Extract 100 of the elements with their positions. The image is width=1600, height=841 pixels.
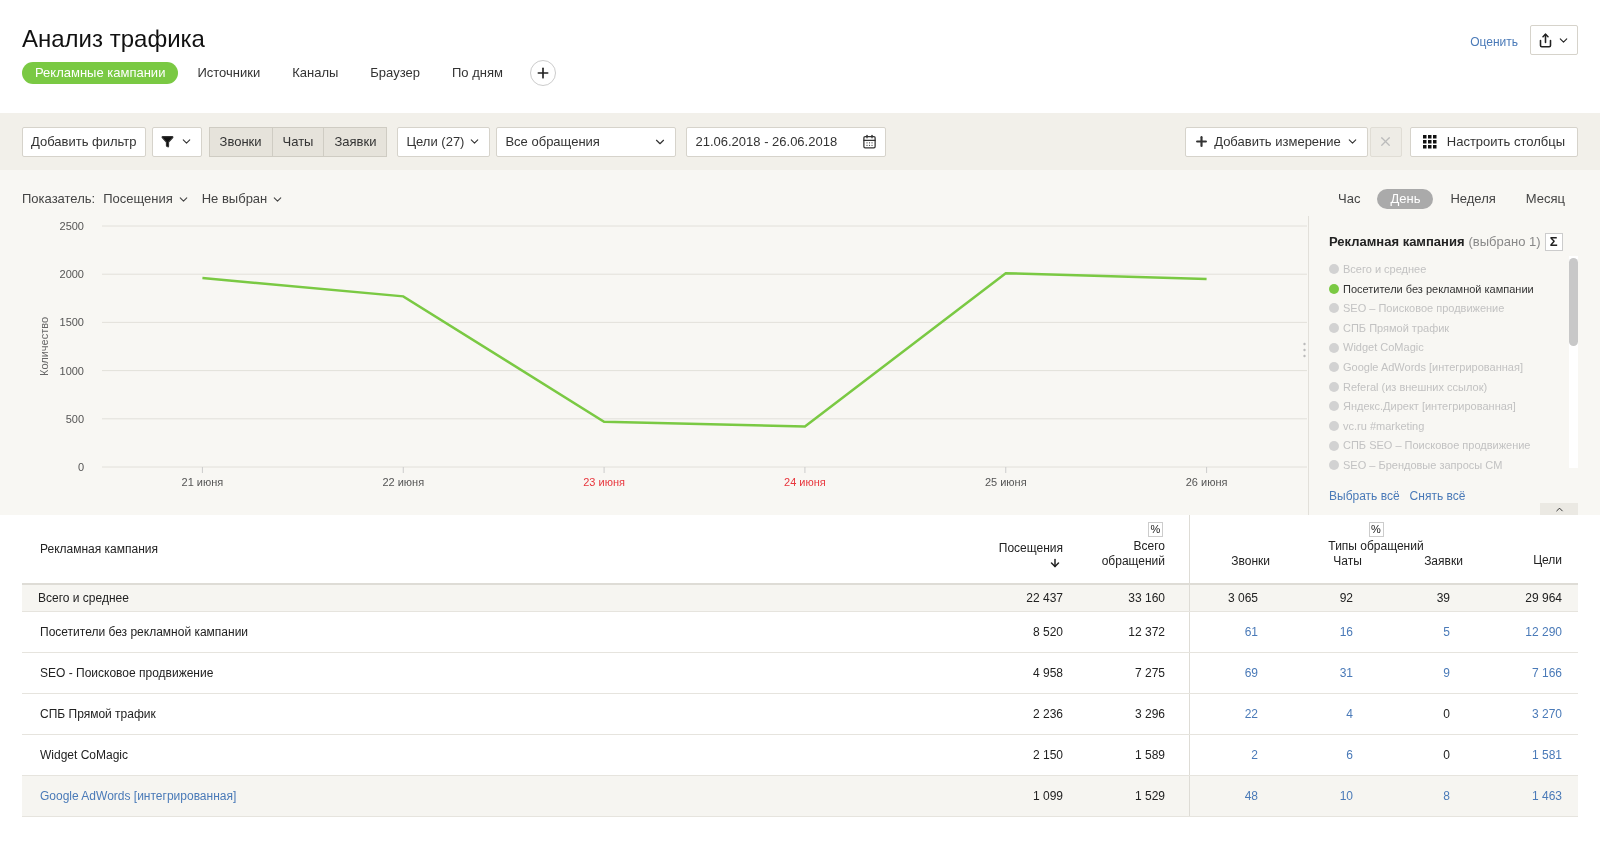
- column-group-header: Типы обращений: [1328, 539, 1424, 554]
- campaign-name[interactable]: Google AdWords [интегрированная]: [40, 787, 237, 805]
- table-cell-text: 22 437: [1026, 590, 1063, 607]
- goals-dropdown[interactable]: Цели (27): [397, 126, 491, 157]
- table-cell-text: 1 589: [1134, 747, 1165, 764]
- report-tab[interactable]: Каналы: [279, 62, 352, 84]
- report-tab[interactable]: Браузер: [357, 62, 433, 84]
- page-title: Анализ трафика: [22, 24, 206, 54]
- table-cell[interactable]: 16: [1339, 623, 1353, 641]
- table-cell[interactable]: 31: [1339, 664, 1353, 682]
- metric-dropdown[interactable]: Посещения: [103, 189, 190, 209]
- campaign-name[interactable]: SEO - Поисковое продвижение: [40, 664, 214, 682]
- table-cell[interactable]: 2: [1251, 746, 1258, 764]
- tick-label: 2500: [59, 220, 84, 232]
- tick-label: 23 июня: [583, 476, 625, 488]
- export-button[interactable]: [1530, 25, 1578, 55]
- date-range-field[interactable]: 21.06.2018 - 26.06.2018: [686, 126, 887, 157]
- tick-label: 0: [77, 461, 84, 473]
- plus-icon: [1194, 134, 1210, 149]
- axis-title: Количество: [38, 316, 50, 377]
- table-cell[interactable]: 22: [1244, 705, 1258, 723]
- tick-label: 1500: [59, 316, 84, 329]
- share-icon: [1538, 32, 1553, 48]
- legend-title: Рекламная кампания: [1329, 233, 1465, 251]
- table-cell[interactable]: 48: [1244, 787, 1258, 805]
- table-cell[interactable]: 9: [1443, 664, 1450, 682]
- drag-handle-icon: [1303, 342, 1306, 358]
- table-cell-text: 2 236: [1032, 706, 1063, 723]
- scrollbar[interactable]: [1569, 255, 1578, 468]
- filter-icon: [160, 135, 174, 148]
- calendar-icon: [862, 134, 878, 149]
- tick-label: 500: [65, 412, 84, 425]
- column-header: Всего обращений: [1100, 539, 1165, 569]
- column-header: Заявки: [1423, 554, 1464, 569]
- table-cell-text: 7 275: [1134, 665, 1165, 682]
- legend-item[interactable]: Посетители без рекламной кампании: [1329, 279, 1569, 299]
- clear-all-link[interactable]: Снять всё: [1409, 487, 1466, 506]
- table-cell[interactable]: 3 270: [1531, 705, 1562, 723]
- requests-select[interactable]: Все обращения: [496, 126, 677, 157]
- configure-columns-button[interactable]: Настроить столбцы: [1409, 126, 1578, 157]
- table-cell-text: 4 958: [1032, 665, 1063, 682]
- table-cell-text: 3 065: [1227, 590, 1258, 607]
- tick-label: 22 июня: [382, 476, 425, 488]
- percent-toggle[interactable]: %: [1148, 522, 1163, 537]
- request-type-toggle[interactable]: Звонки: [208, 126, 273, 157]
- tick-label: 24 июня: [784, 476, 826, 488]
- period-toggle[interactable]: Месяц: [1512, 189, 1578, 209]
- sum-button[interactable]: Σ: [1544, 232, 1563, 251]
- table-cell-text: 1 099: [1032, 788, 1063, 805]
- select-all-link[interactable]: Выбрать всё: [1329, 487, 1400, 506]
- filter-menu-button[interactable]: [151, 126, 202, 157]
- report-tab[interactable]: По дням: [438, 62, 516, 84]
- column-header: Рекламная кампания: [40, 541, 159, 558]
- tick-label: 25 июня: [984, 476, 1027, 488]
- table-cell-text: 12 372: [1128, 624, 1165, 641]
- table-cell-text: 29 964: [1525, 590, 1562, 607]
- table-cell-text: 0: [1443, 706, 1450, 723]
- campaign-name[interactable]: Посетители без рекламной кампании: [40, 623, 249, 641]
- table-cell-text: 2 150: [1032, 747, 1063, 764]
- tick-label: 2000: [59, 268, 84, 281]
- table-cell[interactable]: 69: [1244, 664, 1258, 682]
- table-cell[interactable]: 4: [1346, 705, 1353, 723]
- table-cell[interactable]: 7 166: [1531, 664, 1562, 682]
- table-cell-text: 3 296: [1134, 706, 1165, 723]
- metric-label: Показатель:: [22, 190, 96, 209]
- legend-count: (выбрано 1): [1468, 233, 1541, 251]
- request-type-toggle[interactable]: Чаты: [271, 126, 325, 157]
- tick-label: 21 июня: [181, 476, 224, 488]
- table-cell[interactable]: 61: [1244, 623, 1258, 641]
- columns-icon: [1422, 134, 1437, 149]
- table-cell-text: 39: [1436, 590, 1450, 607]
- table-cell[interactable]: 6: [1346, 746, 1353, 764]
- percent-toggle[interactable]: %: [1368, 522, 1384, 537]
- table-cell[interactable]: 1 581: [1531, 746, 1562, 764]
- table-cell-text: 8 520: [1032, 624, 1063, 641]
- table-cell[interactable]: 5: [1443, 623, 1450, 641]
- campaign-name: Всего и среднее: [38, 590, 129, 607]
- campaign-name[interactable]: Widget CoMagic: [40, 746, 129, 764]
- column-header: Цели: [1533, 552, 1562, 569]
- column-header: Звонки: [1230, 554, 1271, 569]
- add-filter-button[interactable]: Добавить фильтр: [22, 126, 146, 157]
- request-type-toggle[interactable]: Заявки: [323, 126, 388, 157]
- period-toggle[interactable]: Час: [1325, 189, 1374, 209]
- table-cell[interactable]: 8: [1443, 787, 1450, 805]
- table-cell-text: 0: [1443, 747, 1450, 764]
- add-dimension-button[interactable]: Добавить измерение: [1185, 126, 1368, 157]
- column-header[interactable]: Посещения: [998, 539, 1063, 557]
- report-tab[interactable]: Источники: [184, 62, 274, 84]
- table-cell-text: 1 529: [1134, 788, 1165, 805]
- table-cell[interactable]: 12 290: [1525, 623, 1562, 641]
- table-cell-text: 33 160: [1128, 590, 1165, 607]
- rate-link[interactable]: Оценить: [1470, 33, 1518, 51]
- table-cell[interactable]: 1 463: [1531, 787, 1562, 805]
- tick-label: 26 июня: [1185, 476, 1228, 488]
- second-metric-dropdown[interactable]: Не выбран: [201, 189, 285, 209]
- period-toggle[interactable]: Неделя: [1437, 189, 1509, 209]
- table-cell[interactable]: 10: [1339, 787, 1353, 805]
- campaign-name[interactable]: СПБ Прямой трафик: [40, 705, 156, 723]
- column-header: Чаты: [1332, 554, 1363, 569]
- tick-label: 1000: [59, 364, 84, 377]
